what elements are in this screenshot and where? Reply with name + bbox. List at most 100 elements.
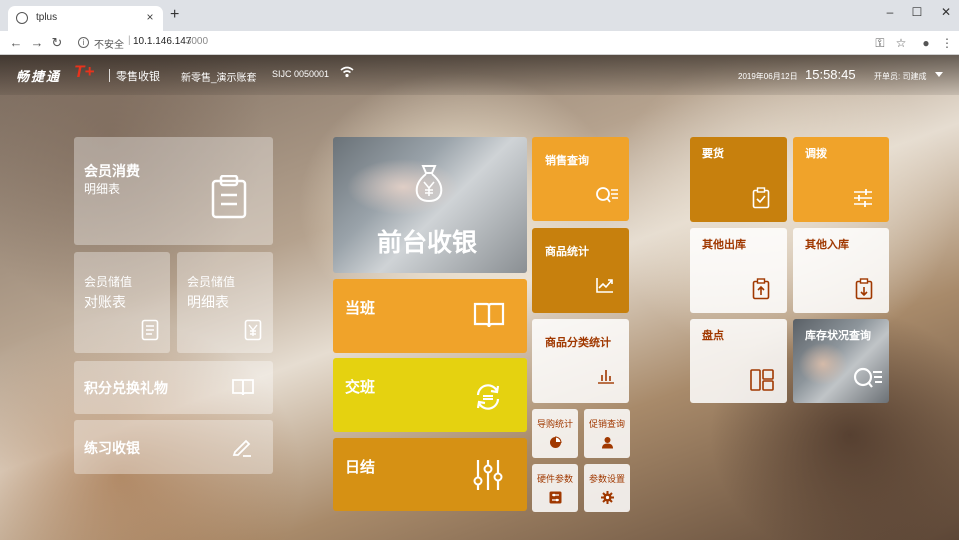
forward-button[interactable]: → bbox=[28, 34, 46, 52]
gear-icon bbox=[601, 491, 614, 504]
account-set: 新零售_演示账套 bbox=[181, 73, 257, 84]
tile-label: 会员消费 bbox=[84, 163, 140, 179]
tile-promo-query[interactable]: 促销查询 bbox=[584, 409, 630, 458]
tile-member-store-detail[interactable]: 会员储值 明细表 bbox=[177, 252, 273, 353]
sliders-icon bbox=[473, 458, 503, 492]
maximize-button[interactable]: ☐ bbox=[905, 3, 929, 21]
tile-other-in[interactable]: 其他入库 bbox=[793, 228, 889, 313]
browser-tab[interactable]: tplus × bbox=[8, 6, 163, 31]
tile-label: 库存状况查询 bbox=[805, 330, 871, 342]
pos-app: 畅捷通 T+ 零售收银 新零售_演示账套 SIJC 0050001 2019年0… bbox=[0, 55, 959, 540]
tile-stocktake[interactable]: 盘点 bbox=[690, 319, 787, 403]
tab-title: tplus bbox=[36, 12, 58, 23]
minimize-button[interactable]: – bbox=[878, 3, 902, 21]
pie-chart-icon bbox=[549, 436, 562, 449]
info-icon[interactable]: i bbox=[78, 37, 89, 48]
tile-label: 其他出库 bbox=[702, 239, 746, 251]
close-window-button[interactable]: ✕ bbox=[934, 3, 958, 21]
tile-guide-stats[interactable]: 导购统计 bbox=[532, 409, 578, 458]
star-icon[interactable]: ☆ bbox=[893, 34, 909, 52]
tile-sublabel: 对账表 bbox=[84, 294, 126, 310]
clipboard-down-icon bbox=[855, 278, 873, 300]
pencil-icon bbox=[231, 436, 253, 458]
app-header: 畅捷通 T+ 零售收银 新零售_演示账套 SIJC 0050001 2019年0… bbox=[0, 55, 959, 95]
tile-label: 导购统计 bbox=[537, 419, 574, 429]
bar-chart-icon bbox=[596, 367, 616, 385]
tile-member-store-reconcile[interactable]: 会员储值 对账表 bbox=[74, 252, 170, 353]
browser-tab-strip: tplus × + – ☐ ✕ bbox=[0, 0, 959, 31]
tile-label: 参数设置 bbox=[589, 474, 626, 484]
tile-stock-status[interactable]: 库存状况查询 bbox=[793, 319, 889, 403]
close-tab-icon[interactable]: × bbox=[143, 10, 157, 24]
tile-member-consume[interactable]: 会员消费 明细表 bbox=[74, 137, 273, 245]
wifi-icon bbox=[340, 66, 354, 78]
key-icon[interactable]: ⚿ bbox=[872, 34, 888, 52]
tile-label: 练习收银 bbox=[84, 440, 140, 456]
tile-label: 商品统计 bbox=[545, 246, 589, 258]
money-bag-icon bbox=[413, 163, 445, 203]
account-icon[interactable]: ● bbox=[918, 34, 934, 52]
tile-label: 会员储值 bbox=[187, 275, 236, 289]
store-code: SIJC 0050001 bbox=[272, 69, 330, 79]
tile-product-stats[interactable]: 商品统计 bbox=[532, 228, 629, 313]
tile-label: 要货 bbox=[702, 148, 724, 160]
tile-category-stats[interactable]: 商品分类统计 bbox=[532, 319, 629, 403]
address-bar[interactable]: i 不安全 | 10.1.146.147 :3000 bbox=[70, 34, 865, 52]
tile-practice-pos[interactable]: 练习收银 bbox=[74, 420, 273, 474]
settings-sliders-icon bbox=[549, 491, 562, 504]
trend-chart-icon bbox=[595, 276, 615, 294]
clipboard-check-icon bbox=[752, 187, 770, 209]
current-time: 15:58:45 bbox=[805, 67, 856, 82]
insecure-label: 不安全 bbox=[94, 40, 124, 51]
tile-label: 日结 bbox=[345, 459, 376, 476]
tile-label: 其他入库 bbox=[805, 239, 849, 251]
tile-sublabel: 明细表 bbox=[187, 294, 229, 310]
new-tab-button[interactable]: + bbox=[170, 7, 179, 23]
tile-other-out[interactable]: 其他出库 bbox=[690, 228, 787, 313]
reload-button[interactable]: ↻ bbox=[48, 34, 66, 52]
tile-shift-change[interactable]: 交班 bbox=[333, 358, 527, 432]
operator-name[interactable]: 开单员: 司建成 bbox=[874, 71, 926, 82]
search-list-icon bbox=[853, 366, 883, 390]
user-icon bbox=[601, 436, 614, 449]
tile-label: 调拨 bbox=[805, 148, 827, 160]
brand-mark: T+ bbox=[74, 62, 95, 81]
tile-front-pos[interactable]: 前台收银 bbox=[333, 137, 527, 273]
book-icon bbox=[231, 377, 255, 397]
tile-label: 交班 bbox=[345, 379, 376, 396]
tile-label: 积分兑换礼物 bbox=[84, 380, 168, 396]
tile-requisition[interactable]: 要货 bbox=[690, 137, 787, 222]
tile-label: 商品分类统计 bbox=[545, 337, 611, 349]
refresh-icon bbox=[473, 382, 503, 412]
receipt-icon bbox=[141, 319, 159, 341]
url-separator: | bbox=[128, 35, 131, 46]
header-divider bbox=[109, 69, 110, 82]
tile-sales-query[interactable]: 销售查询 bbox=[532, 137, 629, 221]
globe-icon bbox=[16, 12, 28, 24]
open-book-icon bbox=[473, 301, 505, 329]
browser-toolbar: ← → ↻ i 不安全 | 10.1.146.147 :3000 ⚿ ☆ ● ⋮ bbox=[0, 31, 959, 55]
tile-label: 硬件参数 bbox=[537, 474, 574, 484]
tile-transfer[interactable]: 调拨 bbox=[793, 137, 889, 222]
clipboard-up-icon bbox=[752, 278, 770, 300]
yen-bill-icon bbox=[244, 319, 262, 341]
tile-label: 盘点 bbox=[702, 330, 724, 342]
adjust-sliders-icon bbox=[853, 189, 873, 207]
tile-daily-close[interactable]: 日结 bbox=[333, 438, 527, 511]
tile-param-settings[interactable]: 参数设置 bbox=[584, 464, 630, 512]
chevron-down-icon[interactable] bbox=[935, 72, 943, 77]
menu-icon[interactable]: ⋮ bbox=[939, 34, 955, 52]
url-port: :3000 bbox=[183, 36, 209, 47]
current-date: 2019年06月12日 bbox=[738, 72, 798, 81]
tile-hw-params[interactable]: 硬件参数 bbox=[532, 464, 578, 512]
tile-points-redeem[interactable]: 积分兑换礼物 bbox=[74, 361, 273, 414]
module-name: 零售收银 bbox=[116, 71, 160, 83]
back-button[interactable]: ← bbox=[7, 34, 25, 52]
clipboard-icon bbox=[211, 175, 247, 219]
tile-label: 会员储值 bbox=[84, 275, 133, 289]
tile-on-duty[interactable]: 当班 bbox=[333, 279, 527, 353]
brand-logo: 畅捷通 bbox=[16, 69, 62, 84]
tile-label: 促销查询 bbox=[589, 419, 626, 429]
tile-label: 销售查询 bbox=[545, 155, 589, 167]
grid-layout-icon bbox=[750, 369, 774, 391]
